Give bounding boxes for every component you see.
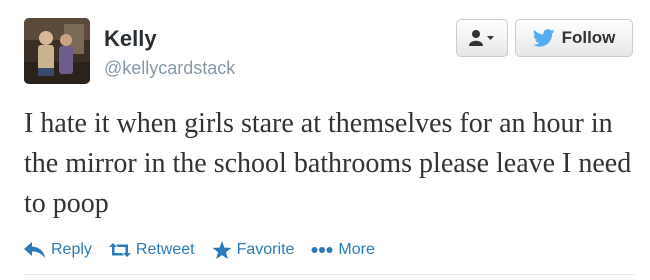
retweet-label: Retweet: [135, 241, 195, 258]
tweet-card: Kelly @kellycardstack Follow I hate it w…: [0, 0, 650, 280]
user-dropdown-icon: [469, 30, 494, 46]
more-dots-icon: [311, 247, 333, 253]
avatar-photo: [24, 18, 90, 84]
user-actions-dropdown-button[interactable]: [456, 19, 508, 57]
avatar[interactable]: [24, 18, 90, 84]
reply-action[interactable]: Reply: [24, 241, 92, 259]
favorite-label: Favorite: [236, 241, 295, 258]
reply-label: Reply: [51, 241, 92, 258]
reply-icon: [24, 242, 45, 258]
more-action[interactable]: More: [311, 241, 375, 259]
star-icon: [212, 240, 232, 259]
display-name[interactable]: Kelly: [104, 28, 157, 50]
twitter-bird-icon: [532, 29, 555, 47]
tweet-actions: Reply Retweet Favorite More: [24, 236, 392, 264]
divider: [24, 274, 634, 275]
retweet-icon: [108, 243, 131, 257]
follow-label: Follow: [561, 28, 616, 47]
tweet-text: I hate it when girls stare at themselves…: [24, 108, 632, 219]
user-handle[interactable]: @kellycardstack: [104, 59, 235, 77]
follow-button[interactable]: Follow: [515, 19, 633, 57]
favorite-action[interactable]: Favorite: [212, 240, 295, 260]
retweet-action[interactable]: Retweet: [108, 241, 195, 259]
more-label: More: [338, 241, 375, 258]
